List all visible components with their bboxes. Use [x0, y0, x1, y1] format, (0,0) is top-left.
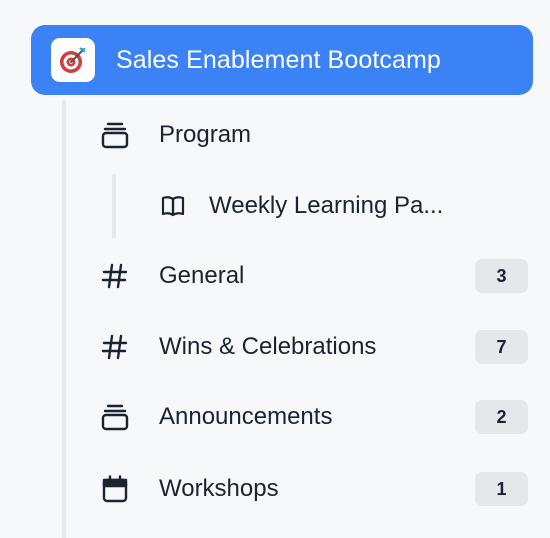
unread-count-badge: 7 — [475, 330, 528, 364]
sidebar-item-general[interactable]: General 3 — [100, 249, 540, 303]
hash-icon — [100, 261, 130, 291]
workspace-header-button[interactable]: Sales Enablement Bootcamp — [31, 25, 533, 95]
sidebar-item-label: Wins & Celebrations — [159, 333, 377, 360]
calendar-icon — [100, 474, 130, 504]
sidebar-item-wins-celebrations[interactable]: Wins & Celebrations 7 — [100, 320, 540, 374]
workspace-title: Sales Enablement Bootcamp — [116, 45, 441, 74]
stack-icon — [100, 402, 130, 432]
sidebar-item-program[interactable]: Program — [100, 108, 540, 162]
unread-count-badge: 2 — [475, 400, 528, 434]
sidebar-item-label: Weekly Learning Pa... — [209, 192, 444, 219]
tree-connector-line — [62, 100, 66, 538]
unread-count-badge: 1 — [475, 472, 528, 506]
unread-count-badge: 3 — [475, 259, 528, 293]
sidebar-item-label: General — [159, 262, 245, 289]
sidebar-item-label: Workshops — [159, 475, 279, 502]
stack-icon — [100, 120, 130, 150]
subtree-connector-line — [112, 174, 116, 238]
hash-icon — [100, 332, 130, 362]
sidebar-item-label: Program — [159, 121, 252, 148]
sidebar-item-workshops[interactable]: Workshops 1 — [100, 462, 540, 516]
sidebar-item-announcements[interactable]: Announcements 2 — [100, 390, 540, 444]
sidebar-item-label: Announcements — [159, 403, 333, 430]
book-icon — [158, 191, 188, 221]
target-dart-icon — [51, 38, 95, 82]
sidebar-panel: Sales Enablement Bootcamp Program Weekly… — [0, 0, 550, 538]
sidebar-item-weekly-learning-path[interactable]: Weekly Learning Pa... — [158, 179, 488, 233]
